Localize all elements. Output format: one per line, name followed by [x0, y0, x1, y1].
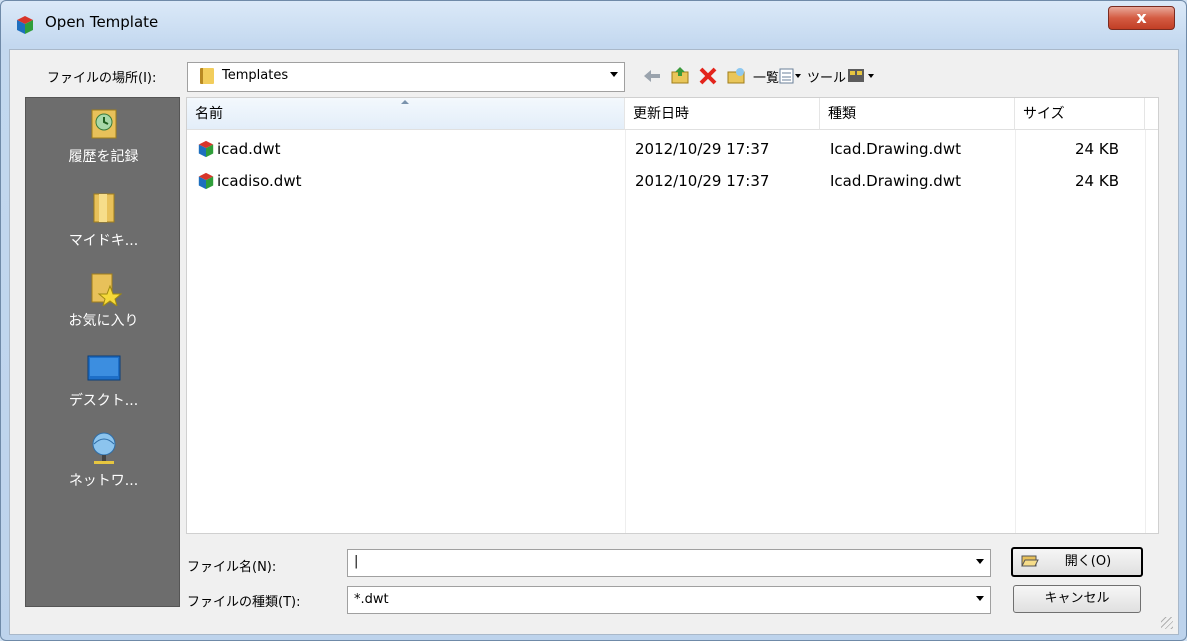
file-type-select[interactable]: *.dwt — [347, 586, 991, 614]
chevron-down-icon — [976, 596, 984, 601]
file-name-input[interactable]: | — [347, 549, 991, 577]
new-folder-button[interactable] — [725, 65, 747, 87]
network-icon — [92, 432, 115, 464]
column-header-name[interactable]: 名前 — [187, 98, 625, 130]
file-type-value: *.dwt — [354, 592, 389, 607]
tools-icon — [848, 69, 875, 82]
column-header-size[interactable]: サイズ — [1015, 98, 1145, 130]
open-template-dialog: Open Template x ファイルの場所(I): Templates 一覧… — [0, 0, 1187, 641]
file-type: Icad.Drawing.dwt — [830, 140, 961, 158]
column-header-date[interactable]: 更新日時 — [625, 98, 820, 130]
file-type-label: ファイルの種類(T): — [187, 595, 301, 610]
place-desktop[interactable]: デスクト... — [26, 350, 181, 410]
chevron-down-icon — [976, 559, 984, 564]
history-icon — [91, 109, 116, 139]
open-button-label: 開く(O) — [1064, 554, 1112, 569]
up-folder-icon — [671, 67, 689, 84]
window-title: Open Template — [45, 13, 159, 31]
table-row[interactable]: icadiso.dwt 2012/10/29 17:37 Icad.Drawin… — [187, 166, 1147, 196]
folder-icon — [200, 68, 214, 84]
look-in-combo[interactable]: Templates — [187, 62, 625, 92]
place-history[interactable]: 履歴を記録 — [26, 106, 181, 166]
cancel-button[interactable]: キャンセル — [1013, 585, 1141, 613]
title-bar: Open Template x — [1, 1, 1186, 49]
open-folder-icon — [1021, 555, 1039, 567]
file-type: Icad.Drawing.dwt — [830, 172, 961, 190]
my-documents-icon — [93, 193, 114, 223]
resize-grip[interactable] — [1161, 617, 1173, 629]
dwt-file-icon — [198, 172, 214, 190]
place-label: お気に入り — [68, 313, 139, 329]
open-button[interactable]: 開く(O) — [1011, 547, 1143, 577]
file-name-label: ファイル名(N): — [187, 560, 277, 575]
delete-icon — [699, 67, 717, 85]
view-menu-icon — [779, 68, 802, 84]
place-network[interactable]: ネットワ... — [26, 430, 181, 490]
toolbar: 一覧 ツール — [641, 63, 876, 89]
place-favorites[interactable]: お気に入り — [26, 270, 181, 330]
cancel-button-label: キャンセル — [1044, 591, 1110, 606]
file-size: 24 KB — [1075, 172, 1119, 190]
tools-label: ツール — [807, 70, 847, 86]
back-button[interactable] — [641, 65, 663, 87]
list-view-label: 一覧 — [753, 70, 780, 86]
places-bar: 履歴を記録 マイドキ... お気に入り デスクト... ネットワ... — [25, 97, 180, 607]
file-name: icad.dwt — [217, 140, 281, 158]
new-folder-icon — [727, 68, 745, 84]
file-name-value: | — [354, 554, 359, 569]
file-name: icadiso.dwt — [217, 172, 302, 190]
column-header-filler — [1145, 98, 1158, 130]
close-button[interactable]: x — [1108, 6, 1175, 30]
chevron-down-icon — [610, 72, 618, 77]
up-folder-button[interactable] — [669, 65, 691, 87]
column-header-type[interactable]: 種類 — [820, 98, 1015, 130]
sort-ascending-icon — [401, 100, 409, 104]
file-size: 24 KB — [1075, 140, 1119, 158]
dwt-file-icon — [198, 140, 214, 158]
tools-button[interactable]: ツール — [807, 65, 876, 87]
back-arrow-icon — [644, 70, 660, 82]
look-in-label: ファイルの場所(I): — [47, 71, 157, 86]
place-label: マイドキ... — [68, 233, 139, 249]
place-label: ネットワ... — [68, 473, 139, 489]
table-row[interactable]: icad.dwt 2012/10/29 17:37 Icad.Drawing.d… — [187, 134, 1147, 164]
favorites-icon — [91, 273, 122, 306]
place-label: 履歴を記録 — [68, 149, 139, 165]
look-in-value: Templates — [222, 68, 289, 83]
desktop-icon — [87, 355, 120, 381]
file-list[interactable]: 名前 更新日時 種類 サイズ icad.dwt 2012/10/29 17:37… — [186, 97, 1159, 534]
delete-button[interactable] — [697, 65, 719, 87]
file-date: 2012/10/29 17:37 — [635, 140, 770, 158]
file-date: 2012/10/29 17:37 — [635, 172, 770, 190]
app-icon — [17, 16, 33, 34]
place-label: デスクト... — [68, 393, 139, 409]
list-view-button[interactable]: 一覧 — [753, 65, 802, 87]
close-icon: x — [1136, 8, 1147, 27]
place-my-documents[interactable]: マイドキ... — [26, 190, 181, 250]
